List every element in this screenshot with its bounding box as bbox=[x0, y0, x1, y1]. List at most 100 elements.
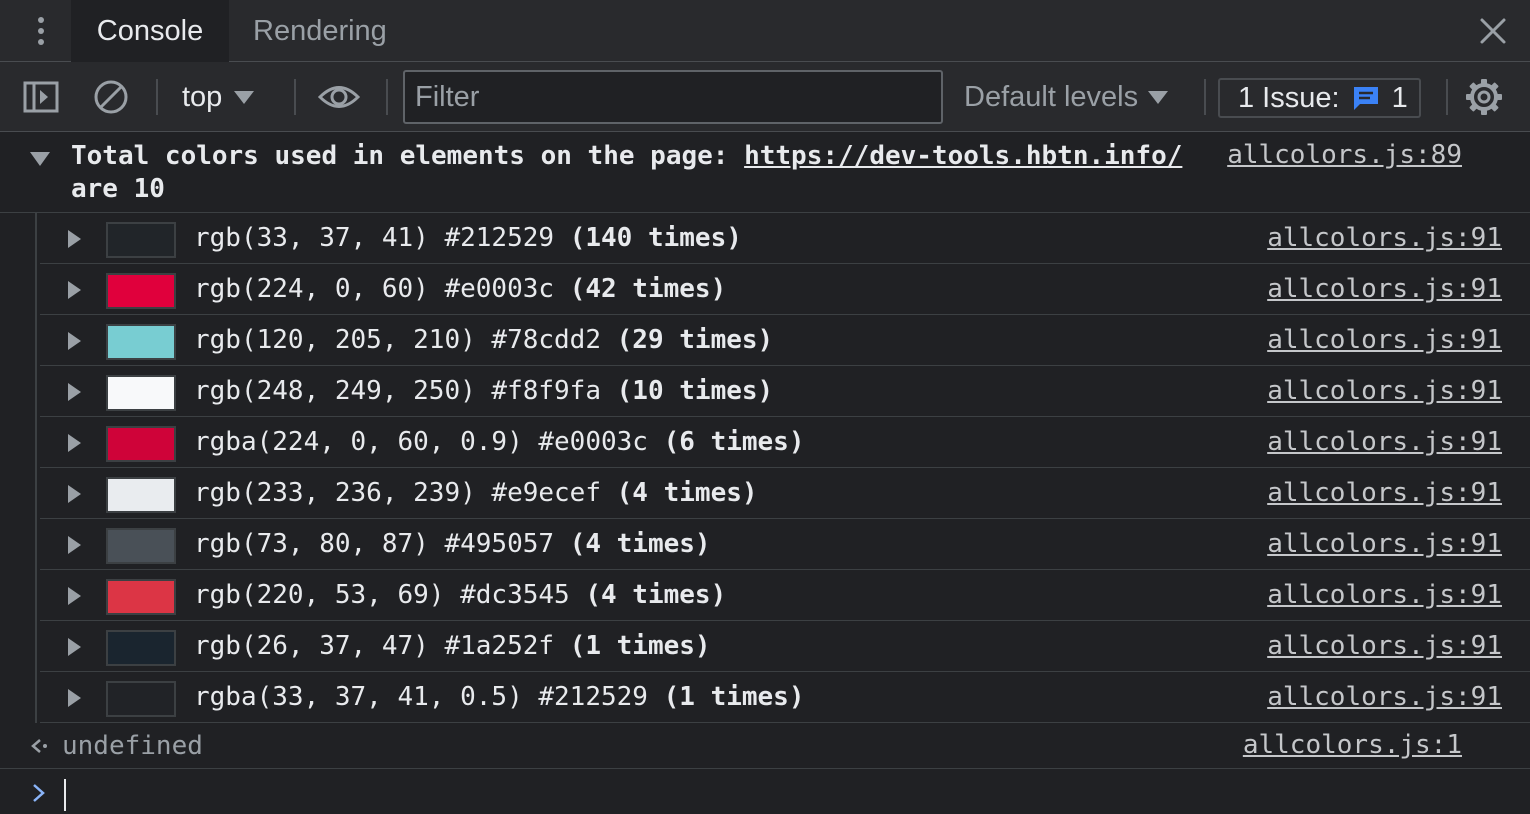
console-entry-row[interactable]: rgb(120, 205, 210) #78cdd2 (29 times) all… bbox=[40, 315, 1530, 366]
color-text: rgb(248, 249, 250) #f8f9fa bbox=[194, 376, 601, 406]
sidebar-toggle-icon[interactable] bbox=[20, 76, 62, 118]
chevron-down-icon bbox=[234, 90, 255, 104]
color-value: rgb(233, 236, 239) #e9ecef (4 times) bbox=[194, 468, 758, 519]
tab-rendering[interactable]: Rendering bbox=[229, 0, 411, 62]
page-url-link[interactable]: https://dev-tools.hbtn.info/ bbox=[744, 141, 1182, 171]
color-swatch bbox=[106, 477, 176, 513]
color-value: rgb(33, 37, 41) #212529 (140 times) bbox=[194, 213, 742, 264]
return-value-row: undefined allcolors.js:1 bbox=[0, 724, 1530, 769]
color-swatch bbox=[106, 222, 176, 258]
console-prompt[interactable] bbox=[0, 769, 1530, 814]
expand-triangle-icon[interactable] bbox=[30, 152, 50, 166]
usage-count: (10 times) bbox=[616, 376, 774, 406]
source-link[interactable]: allcolors.js:91 bbox=[1267, 478, 1502, 508]
expand-triangle-icon[interactable] bbox=[68, 587, 81, 605]
console-toolbar: top Default levels 1 Issue: 1 bbox=[0, 62, 1530, 132]
close-icon[interactable] bbox=[1474, 12, 1512, 50]
log-levels-dropdown[interactable]: Default levels bbox=[950, 62, 1190, 132]
color-swatch bbox=[106, 630, 176, 666]
color-entries: rgb(33, 37, 41) #212529 (140 times) allco… bbox=[0, 213, 1530, 723]
console-entry-row[interactable]: rgb(26, 37, 47) #1a252f (1 times) allcolo… bbox=[40, 621, 1530, 672]
source-link[interactable]: allcolors.js:91 bbox=[1267, 274, 1502, 304]
expand-triangle-icon[interactable] bbox=[68, 281, 81, 299]
console-entry-row[interactable]: rgb(233, 236, 239) #e9ecef (4 times) allc… bbox=[40, 468, 1530, 519]
toolbar-divider bbox=[1204, 79, 1206, 115]
return-value: undefined bbox=[62, 731, 203, 761]
log-levels-label: Default levels bbox=[964, 80, 1139, 113]
color-value: rgb(26, 37, 47) #1a252f (1 times) bbox=[194, 621, 711, 672]
expand-triangle-icon[interactable] bbox=[68, 638, 81, 656]
color-value: rgb(120, 205, 210) #78cdd2 (29 times) bbox=[194, 315, 773, 366]
source-link[interactable]: allcolors.js:91 bbox=[1267, 580, 1502, 610]
context-selector[interactable]: top bbox=[170, 62, 266, 132]
usage-count: (1 times) bbox=[663, 682, 805, 712]
color-text: rgb(26, 37, 47) #1a252f bbox=[194, 631, 555, 661]
console-entry-row[interactable]: rgba(224, 0, 60, 0.9) #e0003c (6 times) a… bbox=[40, 417, 1530, 468]
kebab-menu-icon[interactable] bbox=[22, 12, 60, 50]
color-value: rgba(224, 0, 60, 0.9) #e0003c (6 times) bbox=[194, 417, 805, 468]
clear-console-icon[interactable] bbox=[90, 76, 132, 118]
console-entry-row[interactable]: rgb(248, 249, 250) #f8f9fa (10 times) all… bbox=[40, 366, 1530, 417]
source-link[interactable]: allcolors.js:91 bbox=[1267, 682, 1502, 712]
expand-triangle-icon[interactable] bbox=[68, 230, 81, 248]
expand-triangle-icon[interactable] bbox=[68, 383, 81, 401]
color-text: rgb(233, 236, 239) #e9ecef bbox=[194, 478, 601, 508]
source-link[interactable]: allcolors.js:91 bbox=[1267, 631, 1502, 661]
tab-console[interactable]: Console bbox=[71, 0, 229, 62]
console-entry-row[interactable]: rgb(73, 80, 87) #495057 (4 times) allcolo… bbox=[40, 519, 1530, 570]
usage-count: (6 times) bbox=[663, 427, 805, 457]
toolbar-divider bbox=[156, 79, 158, 115]
group-message: Total colors used in elements on the pag… bbox=[71, 140, 1201, 206]
color-text: rgb(73, 80, 87) #495057 bbox=[194, 529, 555, 559]
console-entry-row[interactable]: rgba(33, 37, 41, 0.5) #212529 (1 times) a… bbox=[40, 672, 1530, 723]
source-link[interactable]: allcolors.js:91 bbox=[1267, 223, 1502, 253]
usage-count: (4 times) bbox=[585, 580, 727, 610]
color-text: rgb(224, 0, 60) #e0003c bbox=[194, 274, 555, 304]
expand-triangle-icon[interactable] bbox=[68, 332, 81, 350]
color-value: rgb(248, 249, 250) #f8f9fa (10 times) bbox=[194, 366, 773, 417]
eye-icon[interactable] bbox=[318, 76, 360, 118]
toolbar-divider bbox=[1446, 79, 1448, 115]
usage-count: (4 times) bbox=[616, 478, 758, 508]
source-link[interactable]: allcolors.js:91 bbox=[1267, 427, 1502, 457]
issues-count: 1 bbox=[1391, 81, 1408, 114]
source-link[interactable]: allcolors.js:91 bbox=[1267, 376, 1502, 406]
color-text: rgba(224, 0, 60, 0.9) #e0003c bbox=[194, 427, 648, 457]
expand-triangle-icon[interactable] bbox=[68, 434, 81, 452]
color-text: rgb(120, 205, 210) #78cdd2 bbox=[194, 325, 601, 355]
toolbar-divider bbox=[386, 79, 388, 115]
filter-input[interactable] bbox=[403, 70, 943, 124]
usage-count: (4 times) bbox=[569, 529, 711, 559]
gear-icon[interactable] bbox=[1463, 76, 1505, 118]
color-swatch bbox=[106, 579, 176, 615]
console-entry-row[interactable]: rgb(224, 0, 60) #e0003c (42 times) allcol… bbox=[40, 264, 1530, 315]
usage-count: (29 times) bbox=[616, 325, 774, 355]
console-entry-row[interactable]: rgb(33, 37, 41) #212529 (140 times) allco… bbox=[40, 213, 1530, 264]
source-link[interactable]: allcolors.js:91 bbox=[1267, 529, 1502, 559]
return-arrow-icon bbox=[31, 739, 47, 753]
message-icon bbox=[1353, 87, 1378, 110]
source-link[interactable]: allcolors.js:1 bbox=[1243, 730, 1462, 760]
issues-label: 1 Issue: bbox=[1238, 81, 1340, 114]
context-label: top bbox=[182, 81, 223, 113]
source-link[interactable]: allcolors.js:89 bbox=[1227, 140, 1462, 170]
toolbar-divider bbox=[294, 79, 296, 115]
usage-count: (1 times) bbox=[569, 631, 711, 661]
source-link[interactable]: allcolors.js:91 bbox=[1267, 325, 1502, 355]
color-swatch bbox=[106, 681, 176, 717]
color-swatch bbox=[106, 324, 176, 360]
color-swatch bbox=[106, 528, 176, 564]
color-value: rgb(73, 80, 87) #495057 (4 times) bbox=[194, 519, 711, 570]
usage-count: (140 times) bbox=[569, 223, 742, 253]
console-group-header[interactable]: Total colors used in elements on the pag… bbox=[0, 132, 1530, 213]
color-swatch bbox=[106, 375, 176, 411]
color-text: rgb(220, 53, 69) #dc3545 bbox=[194, 580, 570, 610]
color-text: rgba(33, 37, 41, 0.5) #212529 bbox=[194, 682, 648, 712]
expand-triangle-icon[interactable] bbox=[68, 536, 81, 554]
issues-button[interactable]: 1 Issue: 1 bbox=[1218, 78, 1421, 118]
expand-triangle-icon[interactable] bbox=[68, 485, 81, 503]
color-text: rgb(33, 37, 41) #212529 bbox=[194, 223, 555, 253]
expand-triangle-icon[interactable] bbox=[68, 689, 81, 707]
console-entry-row[interactable]: rgb(220, 53, 69) #dc3545 (4 times) allcol… bbox=[40, 570, 1530, 621]
text-caret bbox=[64, 779, 66, 811]
